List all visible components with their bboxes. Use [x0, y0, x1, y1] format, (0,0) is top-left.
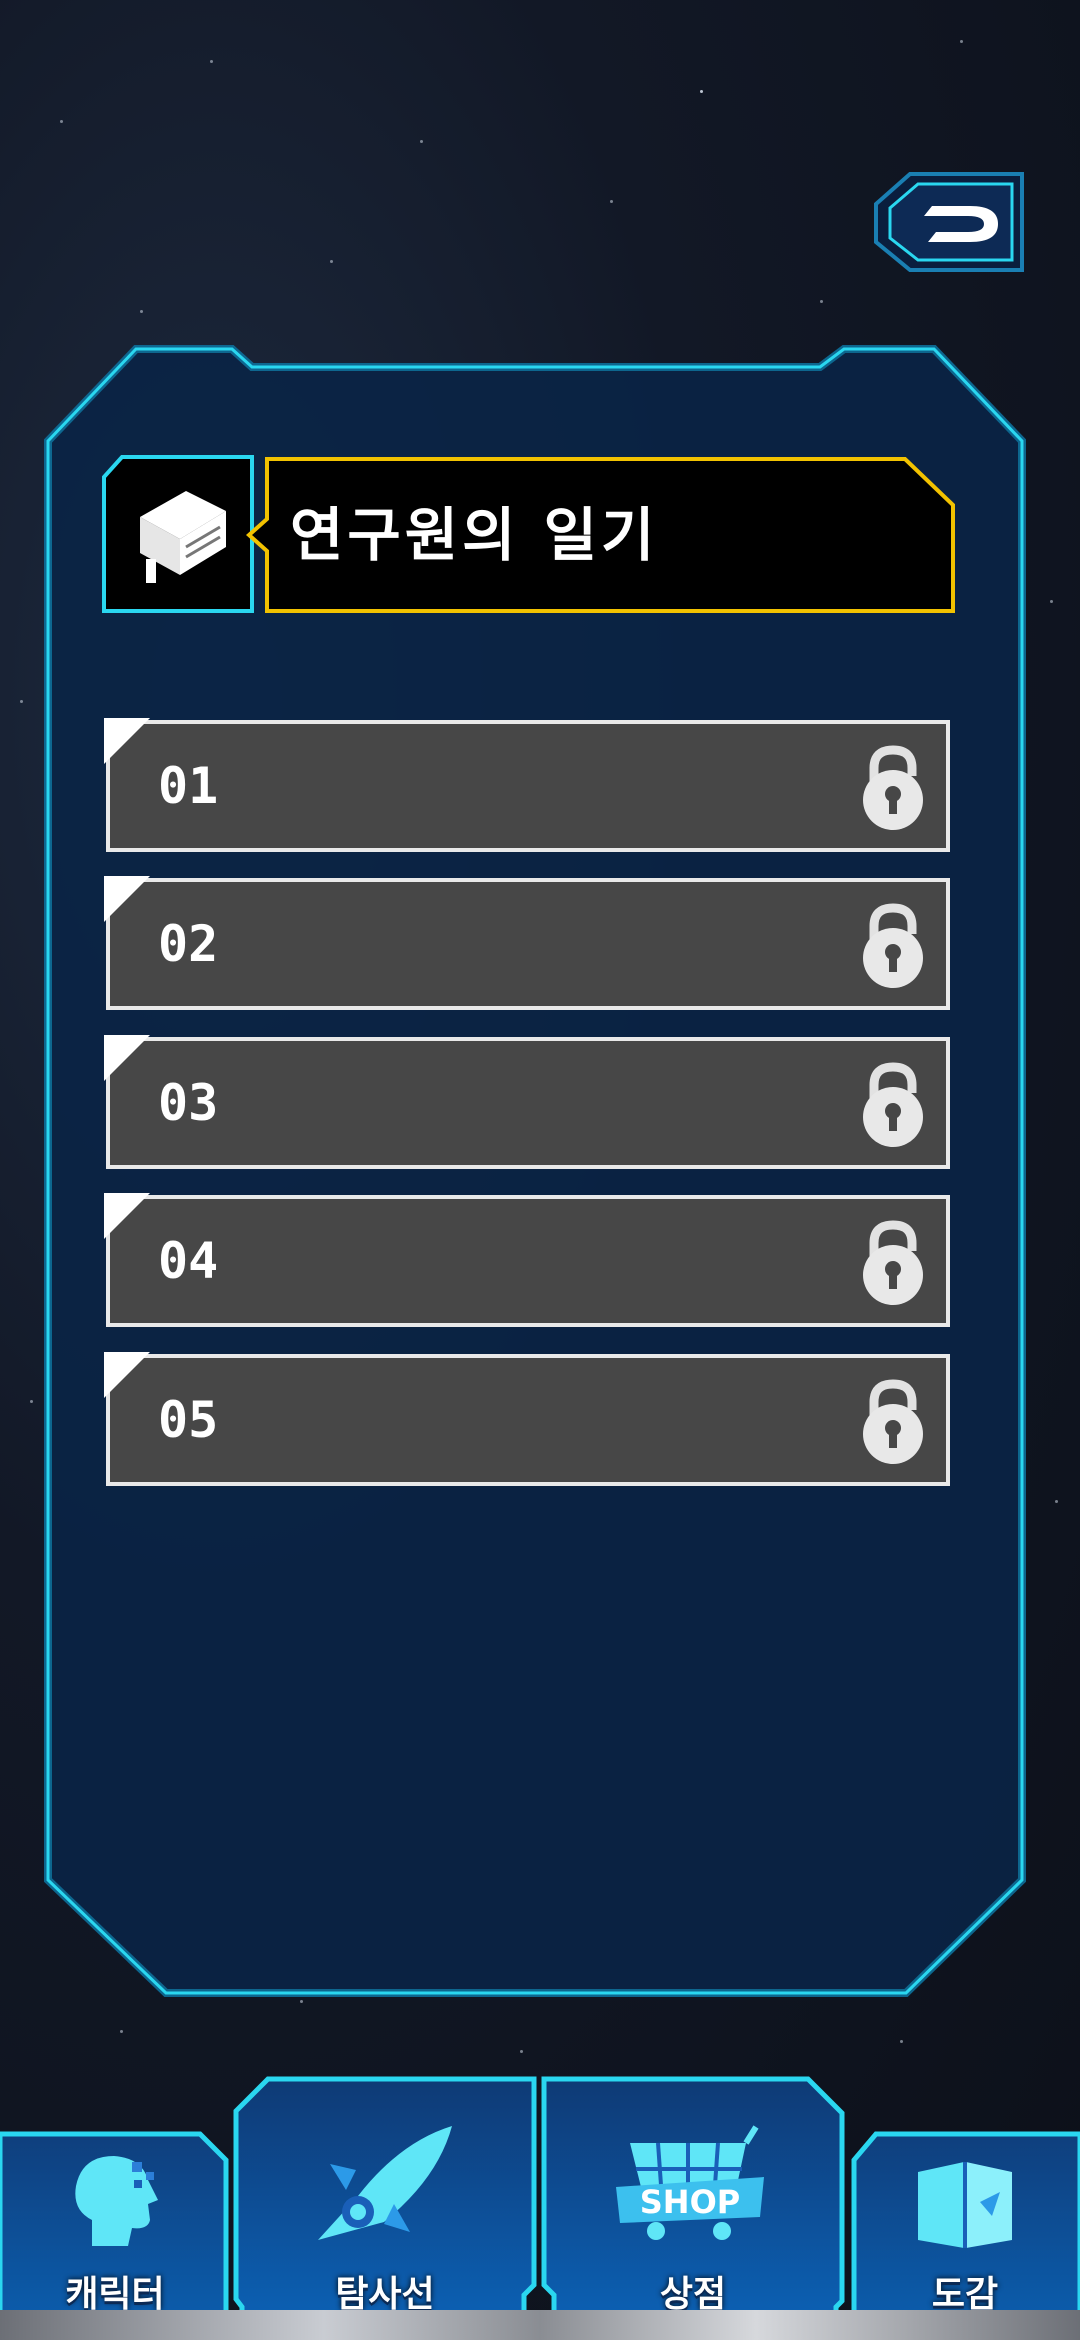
diary-entry-05[interactable]: 05	[104, 1352, 952, 1488]
corner-marker	[104, 1035, 150, 1081]
spaceship-icon	[318, 2126, 452, 2240]
lock-icon	[863, 1379, 923, 1464]
entry-background	[106, 1037, 950, 1169]
bottom-navigation: 캐릭터 탐사선 SHOP 상점 도감	[0, 2075, 1080, 2340]
back-button[interactable]	[870, 170, 1028, 278]
nav-encyclopedia[interactable]: 도감	[850, 2130, 1080, 2340]
diary-entry-03[interactable]: 03	[104, 1035, 952, 1171]
corner-marker	[104, 1352, 150, 1398]
title-icon-box	[102, 455, 254, 613]
entry-number: 05	[158, 1391, 219, 1449]
shop-badge-text: SHOP	[640, 2183, 740, 2221]
character-head-icon	[75, 2156, 158, 2246]
entry-background	[106, 1354, 950, 1486]
entry-number: 04	[158, 1232, 219, 1290]
back-icon	[874, 172, 1024, 272]
lock-icon	[863, 1220, 923, 1305]
nav-explorer[interactable]: 탐사선	[232, 2075, 538, 2340]
lock-icon	[863, 1062, 923, 1147]
entry-number: 01	[158, 757, 219, 815]
nav-shop[interactable]: SHOP 상점	[540, 2075, 846, 2340]
corner-marker	[104, 1193, 150, 1239]
shop-cart-icon: SHOP	[616, 2125, 764, 2240]
diary-entry-04[interactable]: 04	[104, 1193, 952, 1329]
entry-number: 03	[158, 1074, 219, 1132]
open-book-icon	[918, 2162, 1012, 2248]
nav-character[interactable]: 캐릭터	[0, 2130, 230, 2340]
page-title: 연구원의 일기	[290, 501, 659, 569]
entry-background	[106, 1195, 950, 1327]
entry-background	[106, 878, 950, 1010]
entry-background	[106, 720, 950, 852]
corner-marker	[104, 876, 150, 922]
floor-strip	[0, 2310, 1080, 2340]
entry-number: 02	[158, 915, 219, 973]
lock-icon	[863, 745, 923, 830]
diary-entry-02[interactable]: 02	[104, 876, 952, 1012]
corner-marker	[104, 718, 150, 764]
diary-entry-01[interactable]: 01	[104, 718, 952, 854]
lock-icon	[863, 903, 923, 988]
